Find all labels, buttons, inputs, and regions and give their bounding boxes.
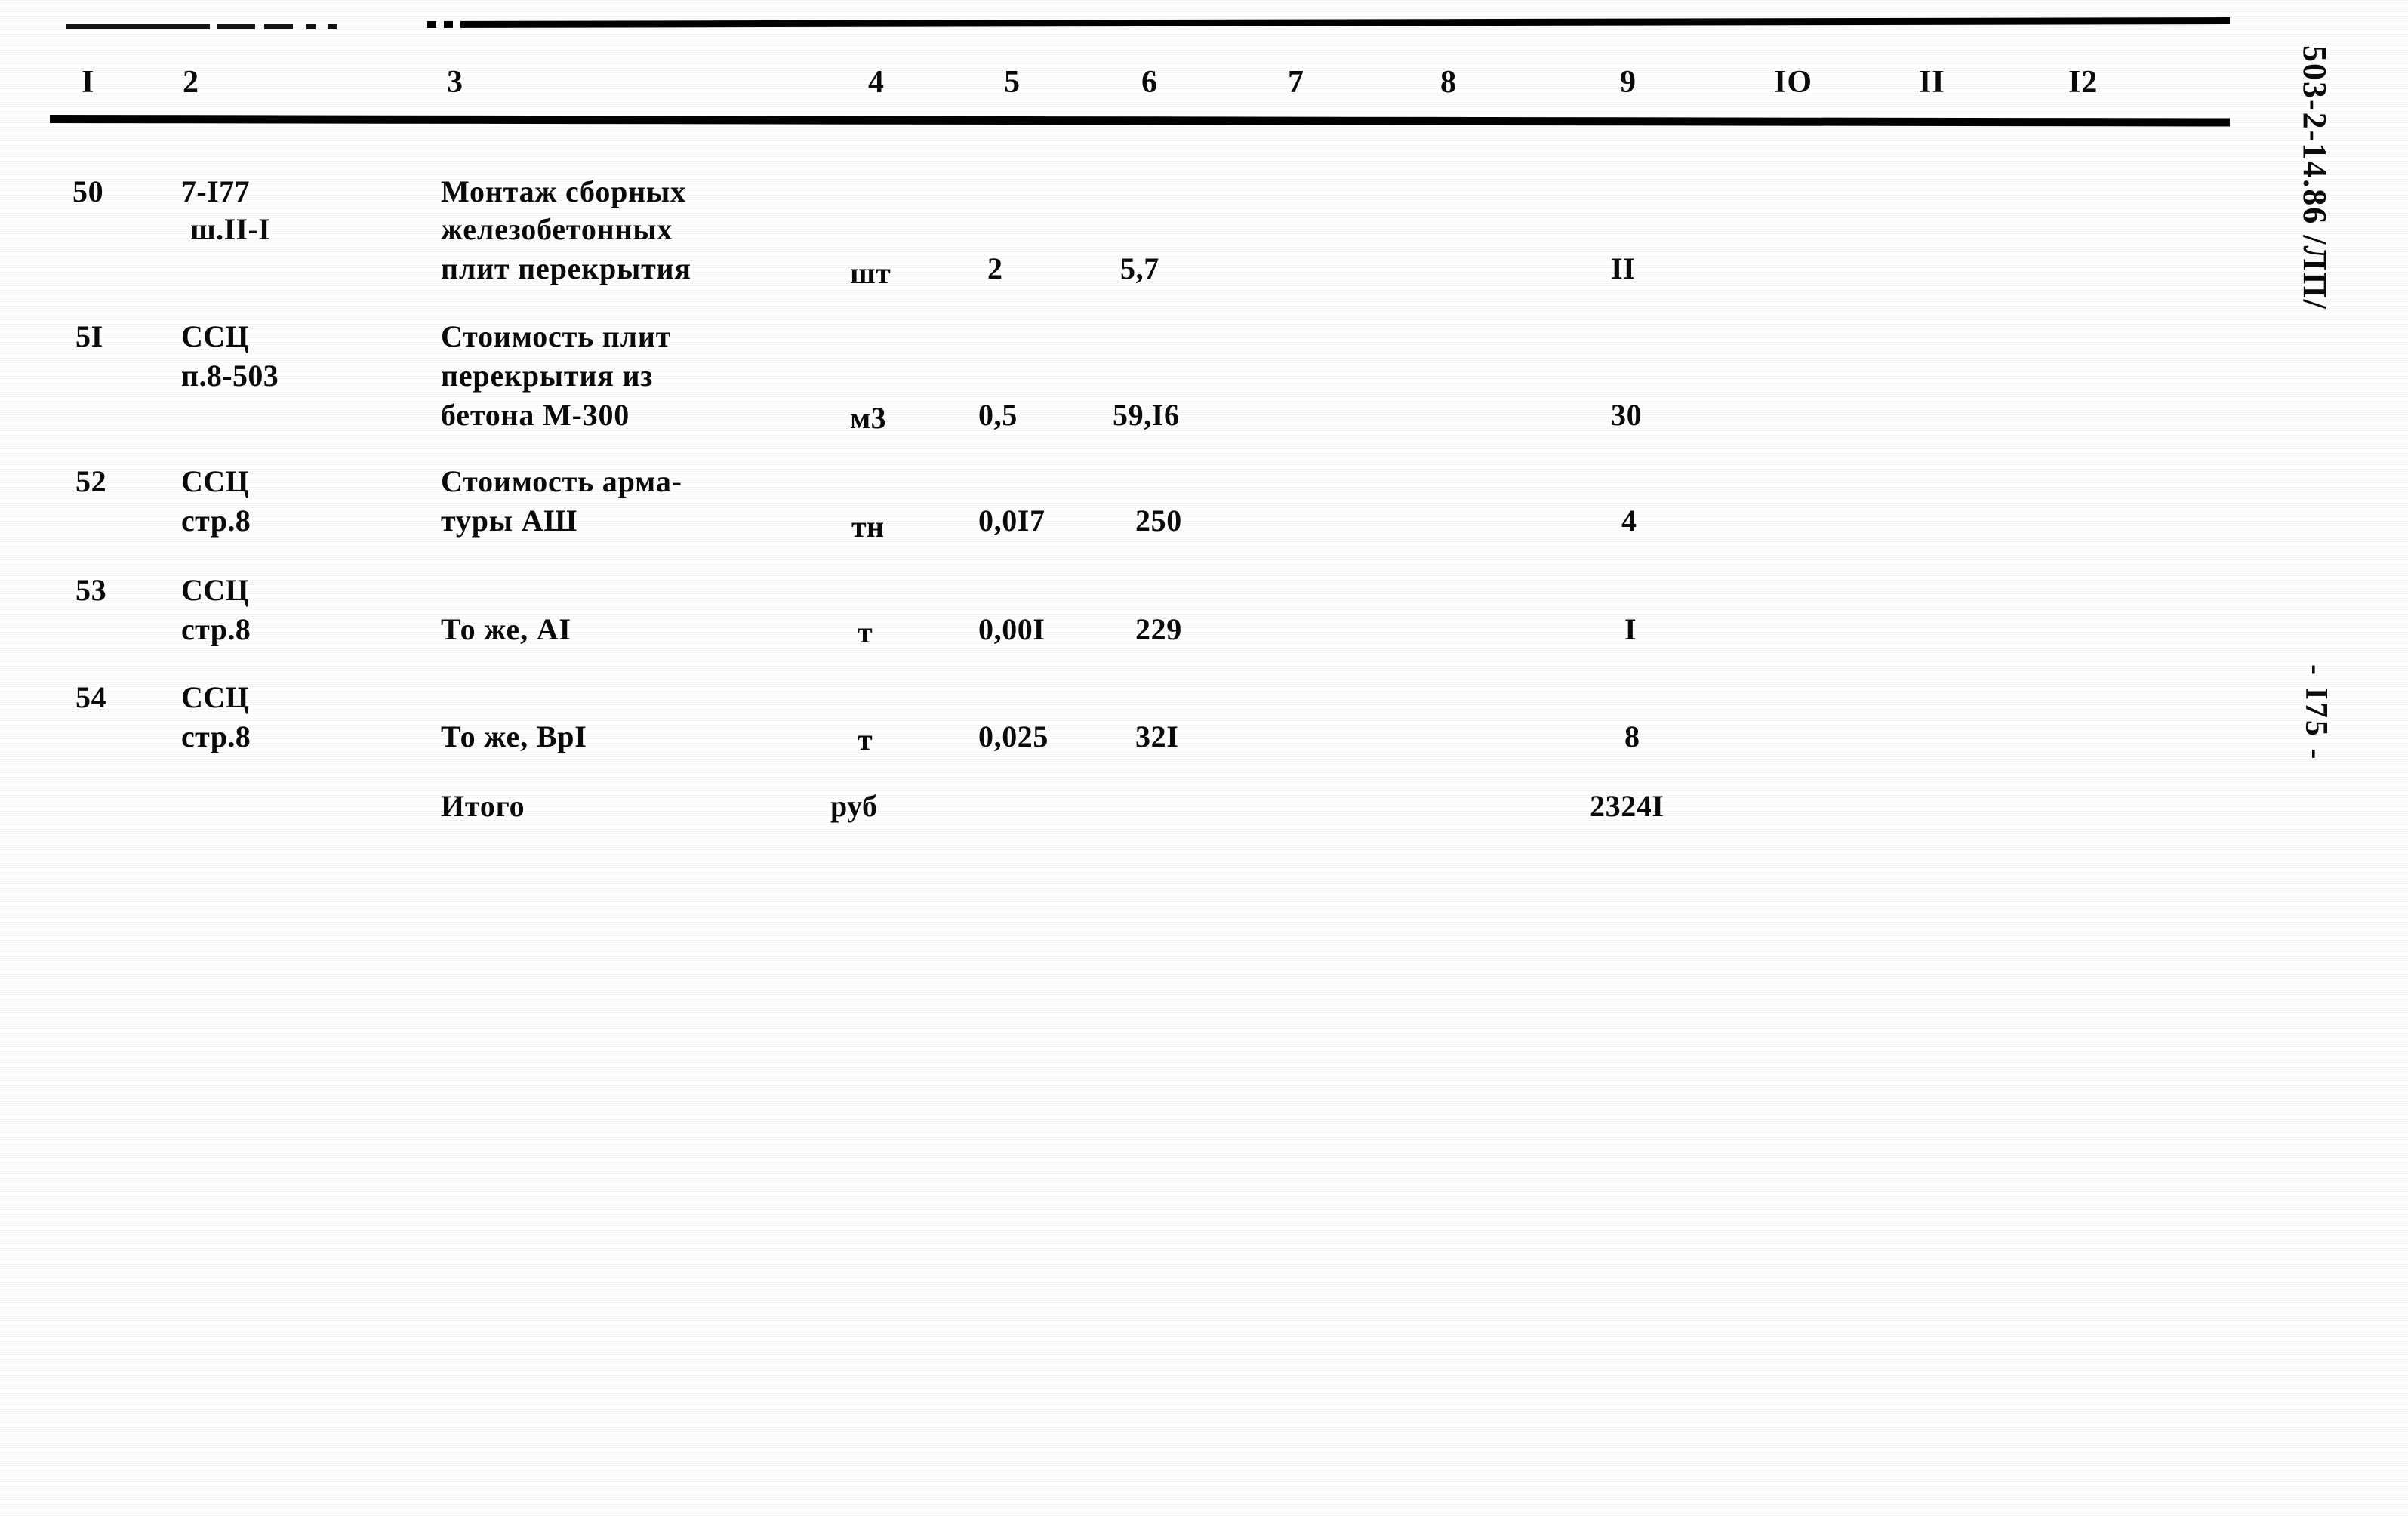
row-quantity: 0,00I — [978, 612, 1045, 646]
row-total: 4 — [1621, 504, 1637, 538]
column-header-3: 3 — [447, 65, 463, 100]
column-header-11: II — [1919, 65, 1945, 100]
row-number: 50 — [72, 174, 104, 208]
row-number: 54 — [75, 680, 107, 714]
column-header-10: IO — [1774, 65, 1813, 100]
row-code-line-2: стр.8 — [181, 612, 251, 646]
row-unit: т — [858, 723, 873, 756]
row-unit-price: 229 — [1135, 612, 1182, 646]
column-header-1: I — [82, 65, 95, 100]
row-number: 52 — [75, 464, 107, 498]
column-header-5: 5 — [1004, 65, 1021, 100]
row-code-line-2: стр.8 — [181, 719, 251, 753]
row-desc-line-1: То же, ВрI — [441, 719, 587, 753]
row-unit: шт — [850, 256, 891, 290]
column-header-9: 9 — [1620, 65, 1637, 100]
top-border-rule-right — [426, 17, 2231, 28]
row-desc-line-3: бетона М-300 — [441, 398, 630, 432]
row-desc-line-2: туры АШ — [441, 504, 578, 538]
row-desc-line-2: железобетонных — [441, 212, 673, 246]
document-code-stamp: 503-2-14.86 /ЛП/ — [2296, 45, 2333, 310]
column-header-12: I2 — [2068, 65, 2099, 100]
row-number: 5I — [75, 319, 103, 353]
row-unit-price: 5,7 — [1120, 251, 1159, 285]
row-unit: м3 — [850, 401, 887, 435]
row-unit-price: 32I — [1135, 719, 1179, 753]
summary-total: 2324I — [1590, 789, 1664, 823]
row-code-line-1: ССЦ — [181, 680, 250, 714]
row-total: I — [1624, 612, 1637, 646]
row-code-line-2: п.8-503 — [181, 359, 279, 393]
row-code-line-2: ш.II-I — [190, 212, 271, 246]
row-unit-price: 250 — [1135, 504, 1182, 538]
row-quantity: 2 — [987, 251, 1003, 285]
top-border-rule-left — [66, 24, 346, 29]
row-unit-price: 59,I6 — [1113, 398, 1180, 432]
row-code-line-1: ССЦ — [181, 464, 250, 498]
page-number-stamp: - I75 - — [2299, 664, 2333, 762]
row-total: 8 — [1624, 719, 1640, 753]
row-total: 30 — [1611, 398, 1643, 432]
row-quantity: 0,0I7 — [978, 504, 1045, 538]
summary-unit: руб — [830, 789, 878, 823]
row-total: II — [1611, 251, 1636, 285]
column-header-6: 6 — [1141, 65, 1158, 100]
column-header-7: 7 — [1288, 65, 1304, 100]
column-header-2: 2 — [183, 65, 199, 100]
header-separator-rule — [49, 115, 2231, 127]
scanned-page: I 2 3 4 5 6 7 8 9 IO II I2 50 7-I77 ш.II… — [0, 0, 2408, 1516]
row-unit: т — [858, 615, 873, 649]
summary-label: Итого — [441, 789, 525, 823]
row-number: 53 — [75, 573, 107, 607]
row-desc-line-1: Стоимость плит — [441, 319, 672, 353]
column-header-4: 4 — [868, 65, 885, 100]
row-code-line-2: стр.8 — [181, 504, 251, 538]
row-quantity: 0,025 — [978, 719, 1048, 753]
row-desc-line-2: перекрытия из — [441, 359, 654, 393]
row-desc-line-1: Стоимость арма- — [441, 464, 682, 498]
scan-grain-overlay — [0, 0, 2408, 1516]
column-header-8: 8 — [1440, 65, 1457, 100]
row-code-line-1: ССЦ — [181, 573, 250, 607]
row-code-line-1: ССЦ — [181, 319, 250, 353]
row-desc-line-1: То же, АI — [441, 612, 571, 646]
row-desc-line-3: плит перекрытия — [441, 251, 691, 285]
row-quantity: 0,5 — [978, 398, 1018, 432]
row-desc-line-1: Монтаж сборных — [441, 174, 686, 208]
row-code-line-1: 7-I77 — [181, 174, 250, 208]
row-unit: тн — [851, 510, 885, 544]
